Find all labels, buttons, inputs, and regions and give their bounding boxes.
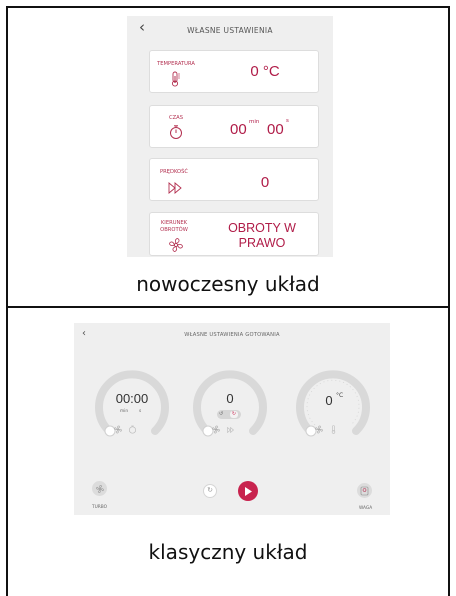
temperature-value: 0 °C	[250, 63, 280, 80]
speed-dial-value: 0	[226, 391, 234, 406]
time-min-unit: min	[249, 119, 260, 125]
fan-icon	[114, 425, 122, 434]
right-rotation-icon: ↻	[230, 411, 238, 418]
temperature-card[interactable]: TEMPERATURA 0 °C	[149, 50, 319, 93]
temperature-label: TEMPERATURA	[157, 61, 195, 67]
fast-forward-icon	[168, 182, 182, 194]
time-card[interactable]: CZAS 00 min 00 s	[149, 105, 319, 148]
play-icon	[245, 486, 252, 496]
thermometer-icon	[331, 425, 336, 434]
direction-card[interactable]: KIERUNEK OBROTÓW OBROTY W PRAWO	[149, 212, 319, 256]
classic-settings-screen: ‹ WŁASNE USTAWIENIA GOTOWANIA 00:00 min …	[74, 323, 390, 515]
start-button[interactable]	[238, 481, 258, 501]
screen-title: WŁASNE USTAWIENIA GOTOWANIA	[184, 332, 280, 338]
section-divider	[6, 306, 450, 308]
time-dial[interactable]: 00:00 min s	[93, 363, 171, 441]
modern-settings-screen: ‹ WŁASNE USTAWIENIA TEMPERATURA 0 °C CZA…	[127, 16, 333, 257]
temperature-dial-unit: °C	[336, 392, 344, 399]
time-dial-min-unit: min	[120, 409, 129, 414]
fast-forward-icon	[227, 427, 234, 433]
classic-caption: klasyczny układ	[148, 540, 308, 564]
time-label: CZAS	[168, 115, 184, 121]
turbo-button[interactable]	[92, 481, 107, 496]
direction-label: KIERUNEK OBROTÓW	[160, 220, 188, 233]
fan-icon	[212, 425, 220, 434]
scale-icon	[360, 486, 369, 495]
time-seconds-value: 00	[267, 121, 284, 138]
scale-button[interactable]	[357, 483, 372, 498]
direction-value: OBROTY W PRAWO	[228, 221, 296, 250]
turbo-label: TURBO	[92, 505, 108, 510]
left-rotation-icon: ↺	[219, 411, 224, 417]
modern-caption: nowoczesny układ	[136, 272, 320, 296]
speed-label: PRĘDKOŚĆ	[159, 169, 189, 175]
time-dial-value: 00:00	[115, 391, 149, 406]
direction-toggle[interactable]: ↺ ↻	[217, 410, 241, 419]
time-dial-sec-unit: s	[139, 409, 142, 414]
thermometer-icon	[171, 71, 180, 87]
temperature-dial[interactable]: 0 °C	[294, 363, 372, 441]
speed-card[interactable]: PRĘDKOŚĆ 0	[149, 158, 319, 201]
reset-button[interactable]: ↻	[203, 484, 217, 498]
speed-dial[interactable]: 0 ↺ ↻	[191, 363, 269, 441]
temperature-dial-value: 0	[325, 393, 333, 408]
refresh-icon: ↻	[207, 486, 213, 494]
screen-title: WŁASNE USTAWIENIA	[187, 26, 273, 35]
stopwatch-icon	[128, 425, 137, 434]
fan-icon	[95, 484, 104, 493]
time-sec-unit: s	[286, 118, 289, 124]
waga-label: WAGA	[359, 506, 373, 511]
fan-icon	[315, 425, 323, 434]
speed-value: 0	[260, 174, 270, 191]
fan-icon	[169, 238, 183, 252]
time-minutes-value: 00	[230, 121, 247, 138]
stopwatch-icon	[170, 125, 182, 139]
